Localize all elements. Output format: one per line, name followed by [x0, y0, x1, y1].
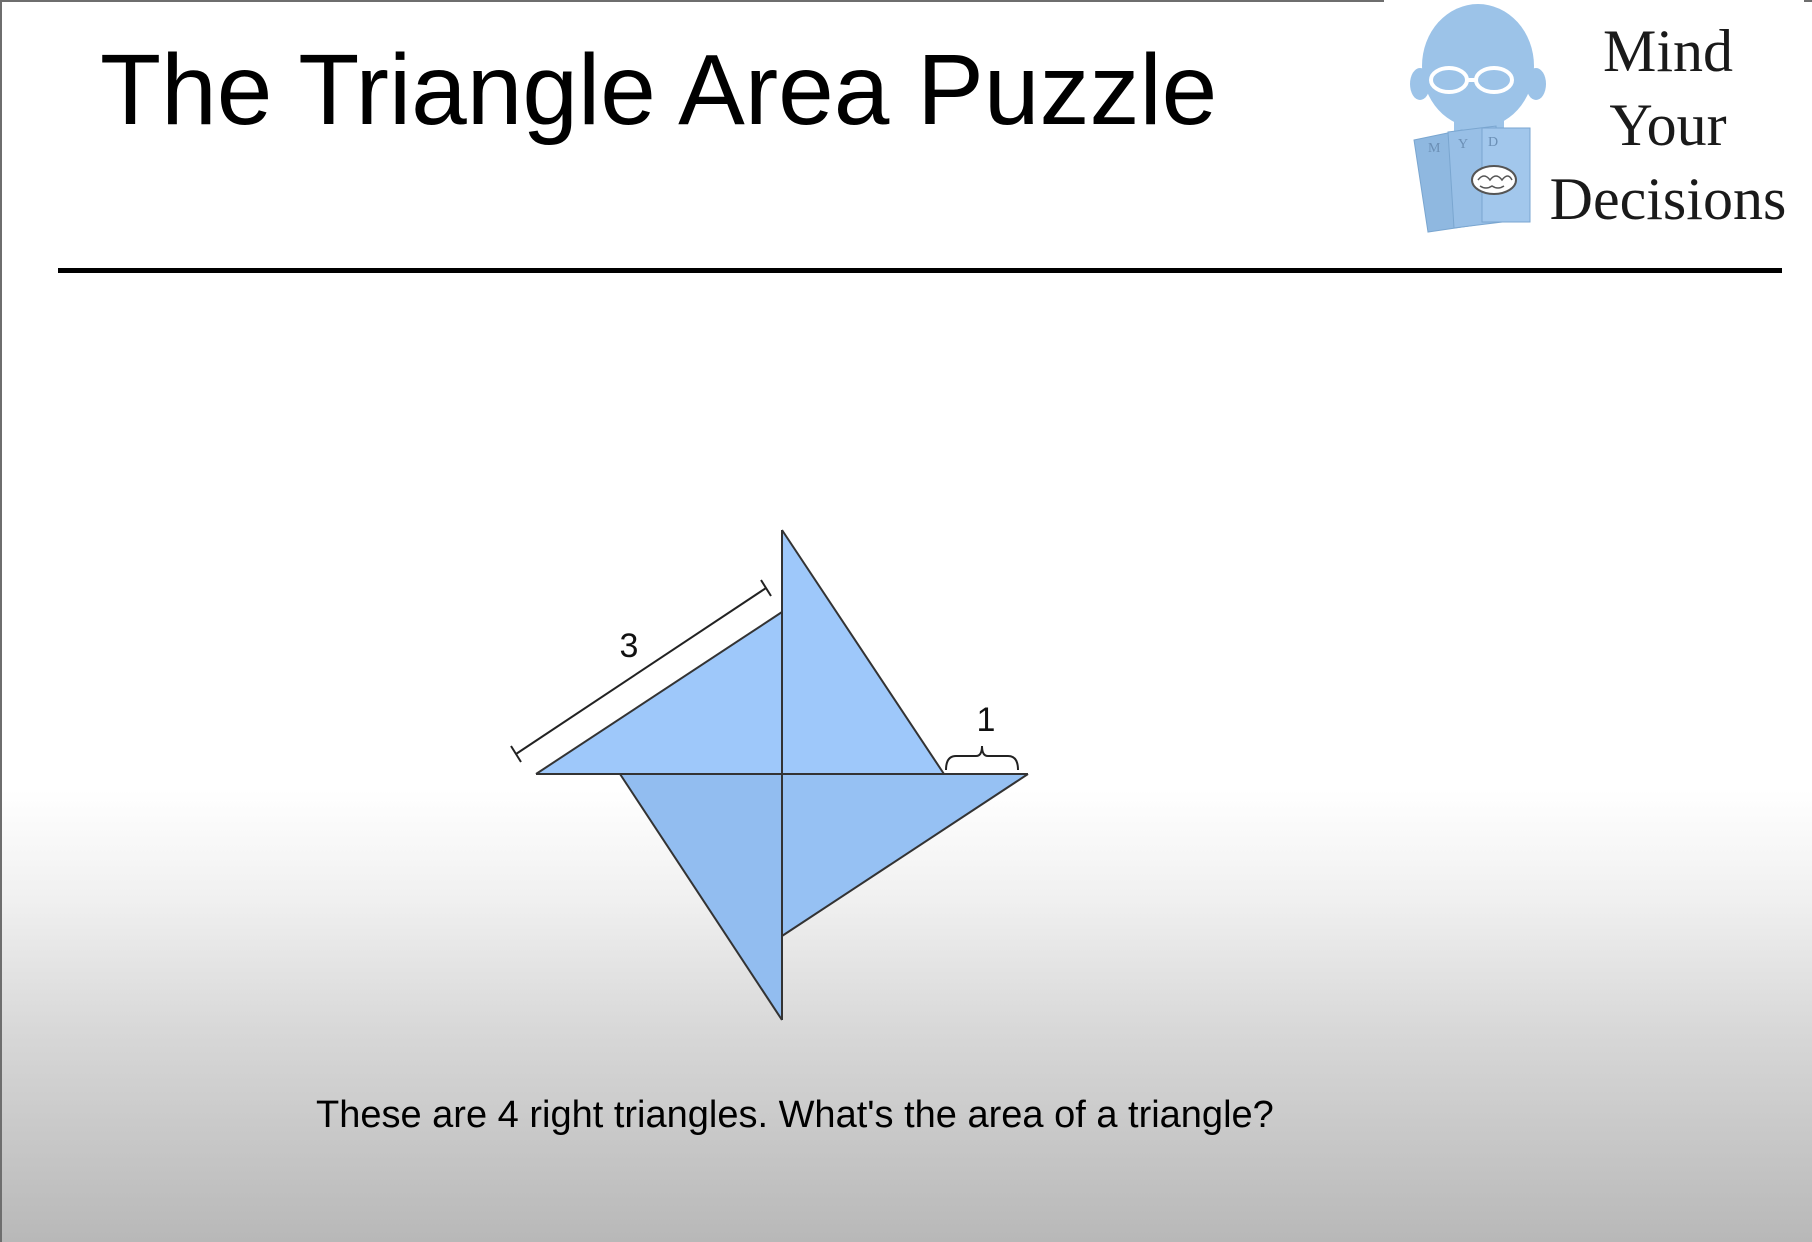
slide: The Triangle Area Puzzle M Y D Mind Your… [0, 0, 1812, 1242]
brace-1 [945, 745, 1019, 771]
label-1: 1 [977, 701, 996, 739]
label-3: 3 [620, 627, 639, 665]
triangles-group [535, 529, 1029, 1021]
question-caption: These are 4 right triangles. What's the … [316, 1094, 1274, 1136]
triangle-diagram: 3 1 [510, 529, 1029, 1021]
